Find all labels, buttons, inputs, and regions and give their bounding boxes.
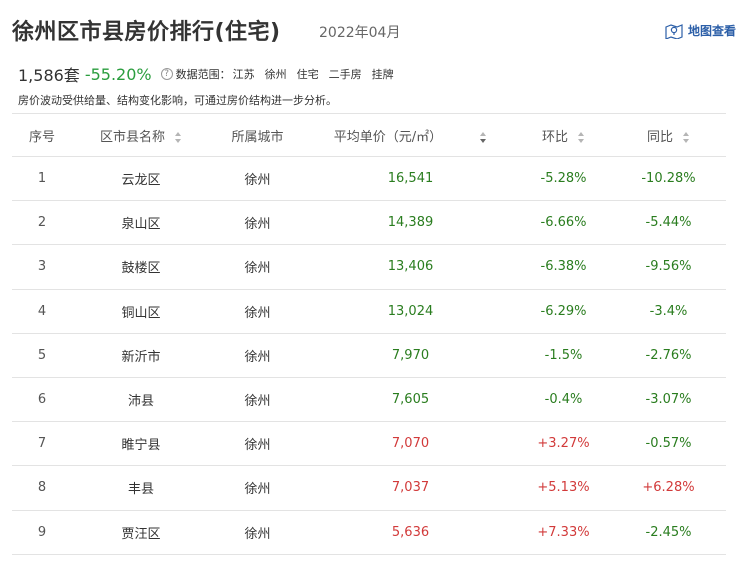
price-cell: 7,037 — [391, 480, 430, 496]
city-cell: 徐州 — [244, 261, 271, 277]
scope-market: 二手房 — [328, 68, 362, 81]
header-yoy[interactable]: 同比 — [611, 126, 726, 145]
district-name-cell: 丰县 — [127, 482, 154, 498]
analysis-note: 房价波动受供给量、结构变化影响，可通过房价结构进一步分析。 — [18, 94, 337, 107]
yoy-cell: -3.07% — [645, 392, 692, 408]
summary-bar: 1,586套 -55.20% ? 数据范围： 江苏 徐州 住宅 二手房 挂牌 — [18, 62, 394, 86]
map-location-icon — [665, 23, 683, 39]
scope-province: 江苏 — [232, 68, 255, 81]
yoy-cell: -3.4% — [649, 303, 688, 319]
mom-cell: -6.66% — [540, 215, 587, 231]
scope-source: 挂牌 — [371, 68, 394, 81]
price-ranking-table: 序号 区市县名称 所属城市 平均单价（元/㎡） 环比 同比 1 云龙区 徐州 16,5… — [12, 113, 726, 555]
yoy-cell: -2.76% — [645, 347, 692, 363]
sort-icon[interactable] — [175, 131, 182, 143]
table-row[interactable]: 9 贾汪区 徐州 5,636 +7.33% -2.45% — [12, 511, 726, 555]
header-mom[interactable]: 环比 — [516, 126, 611, 145]
header-district-label: 区市县名称 — [99, 129, 165, 145]
mom-cell: -6.29% — [540, 303, 587, 319]
city-cell: 徐州 — [244, 526, 271, 542]
help-icon[interactable]: ? — [160, 68, 173, 80]
table-header: 序号 区市县名称 所属城市 平均单价（元/㎡） 环比 同比 — [12, 113, 726, 157]
header-mom-label: 环比 — [541, 129, 568, 145]
city-cell: 徐州 — [244, 438, 271, 454]
sort-icon[interactable] — [480, 131, 487, 143]
table-row[interactable]: 4 铜山区 徐州 13,024 -6.29% -3.4% — [12, 290, 726, 334]
price-cell: 7,070 — [391, 436, 430, 452]
header-rank: 序号 — [28, 129, 55, 145]
header-city: 所属城市 — [231, 129, 284, 145]
price-cell: 7,605 — [391, 392, 430, 408]
rank-cell: 5 — [37, 347, 47, 363]
city-cell: 徐州 — [244, 394, 271, 410]
price-cell: 13,406 — [387, 259, 434, 275]
sort-icon[interactable] — [683, 131, 690, 143]
map-view-link[interactable]: 地图查看 — [665, 22, 736, 39]
city-cell: 徐州 — [244, 305, 271, 321]
rank-cell: 6 — [37, 392, 47, 408]
yoy-cell: -10.28% — [641, 171, 696, 187]
listing-change: -55.20% — [84, 64, 152, 84]
city-cell: 徐州 — [244, 349, 271, 365]
city-cell: 徐州 — [244, 482, 271, 498]
yoy-cell: -5.44% — [645, 215, 692, 231]
period-label: 2022年04月 — [319, 25, 401, 41]
yoy-cell: +6.28% — [642, 480, 695, 496]
header-yoy-label: 同比 — [646, 129, 673, 145]
rank-cell: 2 — [37, 215, 47, 231]
map-view-label: 地图查看 — [687, 24, 736, 38]
district-name-cell: 泉山区 — [121, 217, 161, 233]
mom-cell: -6.38% — [540, 259, 587, 275]
price-cell: 7,970 — [391, 347, 430, 363]
district-name-cell: 沛县 — [127, 394, 154, 410]
table-row[interactable]: 8 丰县 徐州 7,037 +5.13% +6.28% — [12, 466, 726, 511]
scope-type: 住宅 — [296, 68, 319, 81]
mom-cell: -5.28% — [540, 171, 587, 187]
header-price-label: 平均单价（元/㎡） — [333, 129, 443, 145]
price-cell: 16,541 — [387, 171, 434, 187]
district-name-cell: 云龙区 — [121, 173, 161, 189]
header-price[interactable]: 平均单价（元/㎡） — [305, 126, 516, 145]
city-cell: 徐州 — [244, 217, 271, 233]
table-row[interactable]: 3 鼓楼区 徐州 13,406 -6.38% -9.56% — [12, 245, 726, 290]
table-body: 1 云龙区 徐州 16,541 -5.28% -10.28% 2 泉山区 徐州 14,389 -6.… — [12, 157, 726, 555]
rank-cell: 7 — [37, 436, 47, 452]
table-row[interactable]: 6 沛县 徐州 7,605 -0.4% -3.07% — [12, 378, 726, 423]
sort-icon[interactable] — [578, 131, 585, 143]
price-cell: 14,389 — [387, 215, 434, 231]
yoy-cell: -0.57% — [645, 436, 692, 452]
rank-cell: 1 — [37, 171, 47, 187]
district-name-cell: 睢宁县 — [121, 438, 161, 454]
price-cell: 5,636 — [391, 524, 430, 540]
district-name-cell: 鼓楼区 — [121, 261, 161, 277]
table-row[interactable]: 1 云龙区 徐州 16,541 -5.28% -10.28% — [12, 157, 726, 202]
mom-cell: -0.4% — [544, 392, 583, 408]
rank-cell: 4 — [37, 303, 47, 319]
district-name-cell: 铜山区 — [121, 305, 161, 321]
scope-city: 徐州 — [264, 68, 287, 81]
page-header: 徐州区市县房价排行(住宅) 2022年04月 地图查看 — [12, 14, 738, 48]
yoy-cell: -9.56% — [645, 259, 692, 275]
mom-cell: +5.13% — [537, 480, 590, 496]
mom-cell: +3.27% — [537, 436, 590, 452]
district-name-cell: 贾汪区 — [121, 526, 161, 542]
rank-cell: 3 — [37, 259, 47, 275]
rank-cell: 9 — [37, 524, 47, 540]
yoy-cell: -2.45% — [645, 524, 692, 540]
table-row[interactable]: 2 泉山区 徐州 14,389 -6.66% -5.44% — [12, 201, 726, 246]
price-cell: 13,024 — [387, 303, 434, 319]
city-cell: 徐州 — [244, 173, 271, 189]
district-name-cell: 新沂市 — [121, 349, 161, 365]
rank-cell: 8 — [37, 480, 47, 496]
header-district[interactable]: 区市县名称 — [72, 126, 210, 145]
scope-label: 数据范围： — [175, 68, 231, 81]
table-row[interactable]: 5 新沂市 徐州 7,970 -1.5% -2.76% — [12, 334, 726, 378]
mom-cell: +7.33% — [537, 524, 590, 540]
listing-count: 1,586套 — [18, 66, 80, 85]
table-row[interactable]: 7 睢宁县 徐州 7,070 +3.27% -0.57% — [12, 422, 726, 467]
page-title: 徐州区市县房价排行(住宅) — [12, 20, 281, 45]
mom-cell: -1.5% — [544, 347, 583, 363]
